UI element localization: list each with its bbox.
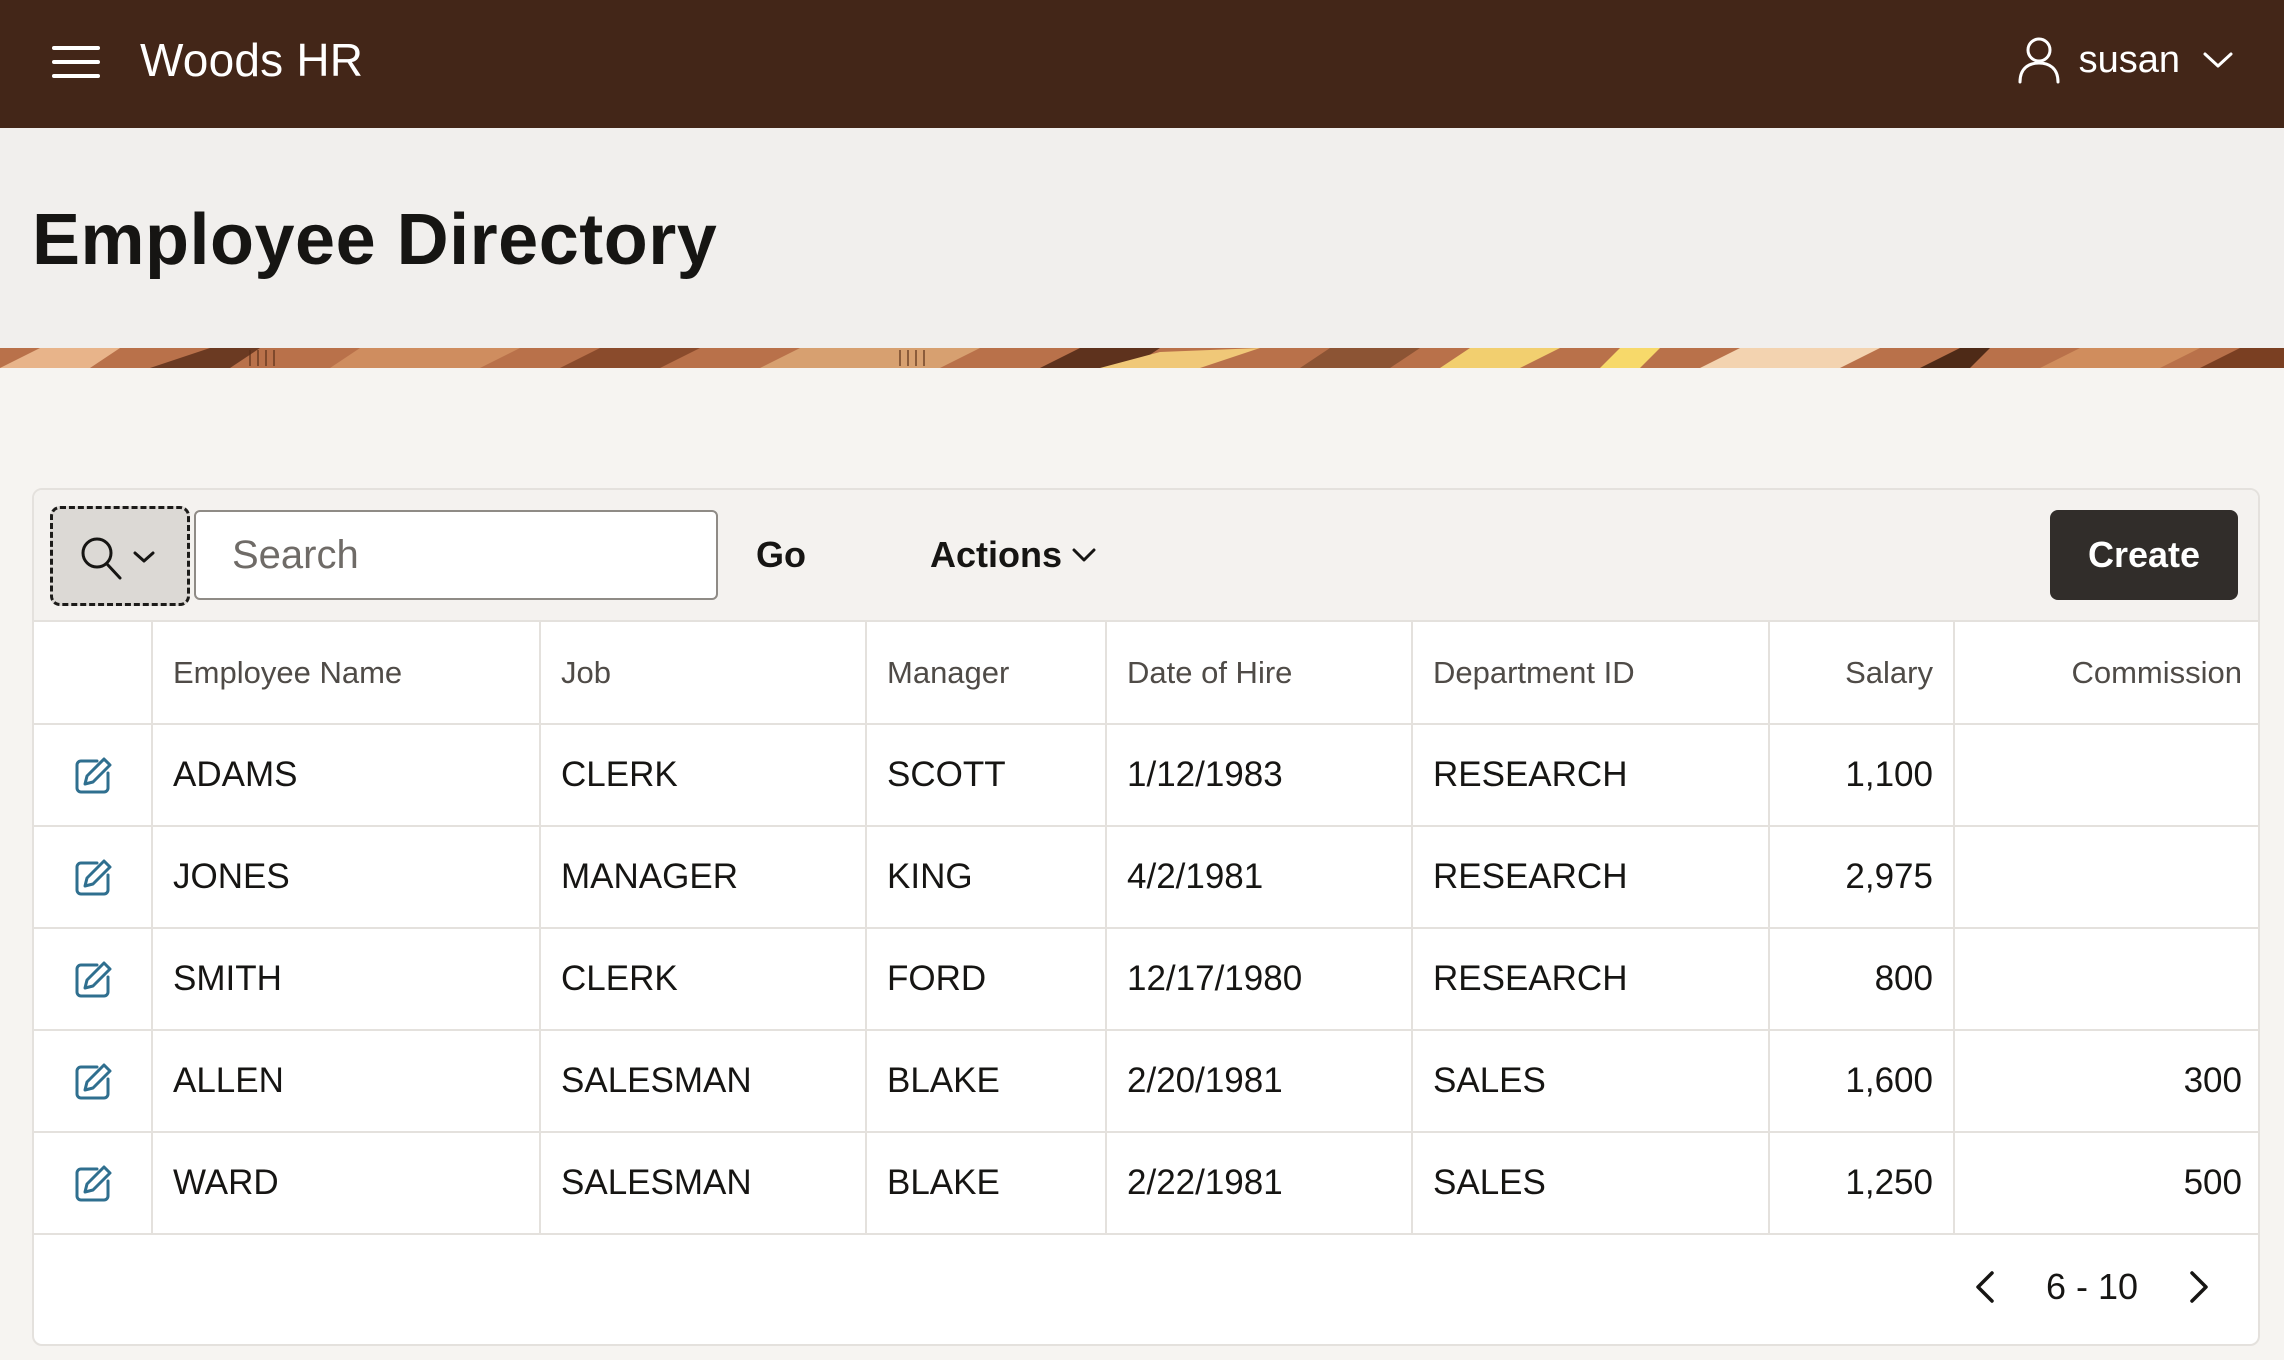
banner-pattern (0, 348, 2284, 368)
cell-date-of-hire: 12/17/1980 (1106, 928, 1413, 1031)
cell-salary: 1,600 (1769, 1030, 1955, 1133)
cell-commission (1954, 826, 2258, 929)
cell-department-id: RESEARCH (1412, 724, 1770, 827)
cell-commission: 300 (1954, 1030, 2258, 1133)
hamburger-menu-icon[interactable] (46, 38, 106, 90)
cell-commission (1954, 724, 2258, 827)
title-region: Employee Directory (0, 128, 2284, 348)
go-button[interactable]: Go (756, 520, 806, 590)
column-header-salary[interactable]: Salary (1769, 622, 1955, 725)
report-toolbar: Go Actions Create (34, 490, 2258, 622)
edit-cell (34, 928, 153, 1031)
edit-cell (34, 1132, 153, 1235)
table-row: SMITH CLERK FORD 12/17/1980 RESEARCH 800 (34, 928, 2258, 1031)
table-row: WARD SALESMAN BLAKE 2/22/1981 SALES 1,25… (34, 1132, 2258, 1235)
cell-job: SALESMAN (540, 1030, 867, 1133)
cell-department-id: RESEARCH (1412, 826, 1770, 929)
user-icon (2018, 37, 2060, 84)
pagination-range: 6 - 10 (2045, 1266, 2138, 1307)
cell-manager: BLAKE (866, 1132, 1107, 1235)
edit-icon[interactable] (73, 756, 113, 796)
user-name: susan (2078, 38, 2180, 81)
cell-employee-name: JONES (152, 826, 541, 929)
cell-employee-name: ALLEN (152, 1030, 541, 1133)
next-page-icon[interactable] (2178, 1267, 2218, 1307)
cell-date-of-hire: 4/2/1981 (1106, 826, 1413, 929)
column-header-employee-name[interactable]: Employee Name (152, 622, 541, 725)
cell-commission: 500 (1954, 1132, 2258, 1235)
cell-department-id: RESEARCH (1412, 928, 1770, 1031)
edit-icon[interactable] (73, 858, 113, 898)
cell-job: CLERK (540, 724, 867, 827)
create-button[interactable]: Create (2050, 510, 2238, 600)
pagination: 6 - 10 (1966, 1252, 2218, 1322)
actions-menu-button[interactable]: Actions (930, 520, 1096, 590)
column-header-department-id[interactable]: Department ID (1412, 622, 1770, 725)
cell-employee-name: ADAMS (152, 724, 541, 827)
column-header-date-of-hire[interactable]: Date of Hire (1106, 622, 1413, 725)
cell-commission (1954, 928, 2258, 1031)
cell-job: SALESMAN (540, 1132, 867, 1235)
cell-manager: FORD (866, 928, 1107, 1031)
cell-manager: KING (866, 826, 1107, 929)
cell-manager: BLAKE (866, 1030, 1107, 1133)
cell-date-of-hire: 2/22/1981 (1106, 1132, 1413, 1235)
column-header-job[interactable]: Job (540, 622, 867, 725)
table-row: JONES MANAGER KING 4/2/1981 RESEARCH 2,9… (34, 826, 2258, 929)
edit-cell (34, 826, 153, 929)
cell-job: CLERK (540, 928, 867, 1031)
table-row: ADAMS CLERK SCOTT 1/12/1983 RESEARCH 1,1… (34, 724, 2258, 827)
column-header-edit (34, 622, 153, 725)
edit-cell (34, 724, 153, 827)
chevron-down-icon (1072, 548, 1096, 562)
cell-employee-name: SMITH (152, 928, 541, 1031)
cell-salary: 1,100 (1769, 724, 1955, 827)
cell-salary: 1,250 (1769, 1132, 1955, 1235)
employee-table: Employee Name Job Manager Date of Hire D… (34, 622, 2258, 1235)
search-icon (81, 537, 122, 580)
cell-salary: 2,975 (1769, 826, 1955, 929)
table-row: ALLEN SALESMAN BLAKE 2/20/1981 SALES 1,6… (34, 1030, 2258, 1133)
cell-date-of-hire: 2/20/1981 (1106, 1030, 1413, 1133)
chevron-down-icon (133, 551, 155, 563)
search-column-selector[interactable] (50, 506, 190, 606)
cell-department-id: SALES (1412, 1132, 1770, 1235)
cell-job: MANAGER (540, 826, 867, 929)
edit-icon[interactable] (73, 960, 113, 1000)
actions-label: Actions (930, 534, 1063, 575)
cell-manager: SCOTT (866, 724, 1107, 827)
column-header-commission[interactable]: Commission (1954, 622, 2258, 725)
cell-employee-name: WARD (152, 1132, 541, 1235)
search-input[interactable] (194, 510, 718, 600)
edit-cell (34, 1030, 153, 1133)
app-title[interactable]: Woods HR (140, 30, 363, 90)
column-header-manager[interactable]: Manager (866, 622, 1107, 725)
user-menu[interactable]: susan (2017, 30, 2234, 90)
chevron-down-icon (2203, 52, 2233, 68)
cell-department-id: SALES (1412, 1030, 1770, 1133)
decorative-banner (0, 348, 2284, 368)
cell-date-of-hire: 1/12/1983 (1106, 724, 1413, 827)
page-title: Employee Directory (32, 200, 718, 280)
table-header-row: Employee Name Job Manager Date of Hire D… (34, 622, 2258, 725)
edit-icon[interactable] (73, 1164, 113, 1204)
app-header: Woods HR susan (0, 0, 2284, 128)
cell-salary: 800 (1769, 928, 1955, 1031)
edit-icon[interactable] (73, 1062, 113, 1102)
employee-report: Go Actions Create Employee Name Job Man (32, 488, 2260, 1346)
previous-page-icon[interactable] (1966, 1267, 2006, 1307)
